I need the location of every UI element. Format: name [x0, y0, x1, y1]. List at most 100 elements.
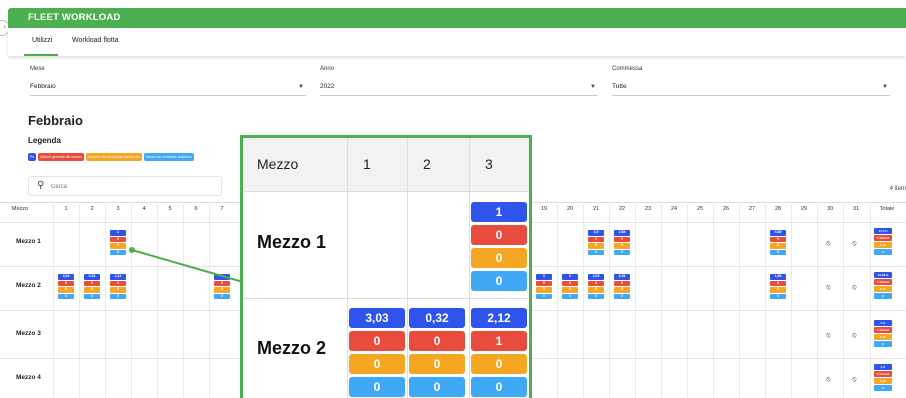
zoom-metric-bar: 3,03 — [349, 308, 405, 328]
month-select-value: Febbraio — [30, 83, 56, 90]
order-select-value: Tutte — [612, 83, 627, 90]
metric-bar: 0 — [614, 249, 630, 255]
column-divider — [713, 202, 714, 398]
day-cell-bars[interactable]: 2,12 1 0 0 — [110, 274, 126, 300]
year-select[interactable]: 2022 ▼ — [320, 80, 598, 96]
row-total: 0 H0 Allarmi 0 Ah 0 — [874, 364, 892, 392]
metric-bar: 5,55 — [770, 230, 786, 236]
column-header-day: 19 — [540, 206, 548, 212]
zoom-column-divider — [347, 138, 348, 398]
metric-bar: 0 — [588, 293, 604, 299]
column-header-day: 24 — [670, 206, 678, 212]
metric-bar: 0 — [58, 293, 74, 299]
block-icon: ⦸ — [852, 240, 857, 247]
block-icon: ⦸ — [826, 240, 831, 247]
column-divider — [557, 202, 558, 398]
metric-bar: 0 — [536, 293, 552, 299]
month-select[interactable]: Febbraio ▼ — [30, 80, 306, 96]
metric-bar: 0 — [562, 287, 578, 293]
zoom-metric-bar: 0 — [349, 354, 405, 374]
total-bar: 0 Allarmi — [874, 235, 892, 241]
row-name: Mezzo 2 — [16, 282, 41, 289]
total-bar: 7 Allarmi — [874, 279, 892, 285]
fleet-workload-page: { "header":{"title":"FLEET WORKLOAD"}, "… — [0, 0, 906, 398]
day-cell-bars[interactable]: 2,03 4 0 0 — [588, 274, 604, 300]
metric-bar: 0 — [110, 287, 126, 293]
block-icon: ⦸ — [826, 284, 831, 291]
day-cell-bars[interactable]: 0000 — [562, 274, 578, 300]
tab-workload-flotta[interactable]: Workload flotta — [72, 37, 119, 44]
day-cell-bars[interactable]: 1000 — [110, 230, 126, 256]
column-divider — [105, 202, 106, 398]
column-header-day: 27 — [748, 206, 756, 212]
zoom-metric-bar: 0 — [409, 331, 465, 351]
column-header-day: 25 — [696, 206, 704, 212]
legend-chip-hours: Pri — [28, 153, 37, 161]
zoom-row-name: Mezzo 1 — [257, 232, 327, 252]
zoom-row-divider — [243, 298, 529, 299]
items-count: 4 item — [889, 186, 906, 192]
metric-bar: 0 — [110, 243, 126, 249]
column-header-day: 4 — [142, 206, 146, 212]
year-select-value: 2022 — [320, 83, 335, 90]
active-tab-indicator — [24, 54, 58, 56]
metric-bar: 0 — [614, 287, 630, 293]
search-box: ⚲ — [28, 176, 222, 196]
column-divider — [870, 202, 871, 398]
column-header-day: 6 — [194, 206, 198, 212]
zoom-column-divider — [469, 138, 470, 398]
column-header-day: 7 — [220, 206, 224, 212]
day-cell-bars[interactable]: 0,32 0 0 0 — [84, 274, 100, 300]
zoom-metric-bar: 0 — [349, 331, 405, 351]
metric-bar: 0 — [562, 274, 578, 280]
day-cell-bars[interactable]: 1,56 0 0 0 — [770, 274, 786, 300]
block-icon: ⦸ — [826, 332, 831, 339]
zoom-column-divider — [407, 138, 408, 398]
metric-bar: 0,32 — [84, 274, 100, 280]
zoom-column-header: 3 — [485, 156, 493, 172]
metric-bar: 3,03 — [58, 274, 74, 280]
day-cell-bars[interactable]: 4,36 2 0 0 — [614, 274, 630, 300]
day-cell-bars[interactable]: 2,88 0 0 0 — [614, 230, 630, 256]
metric-bar: 1,56 — [770, 274, 786, 280]
total-bar: 17,5 H — [874, 228, 892, 234]
metric-bar: 0 — [84, 287, 100, 293]
column-divider — [765, 202, 766, 398]
tab-utilizzi[interactable]: Utilizzi — [32, 37, 52, 44]
block-icon: ⦸ — [852, 376, 857, 383]
search-input[interactable] — [51, 180, 211, 193]
day-cell-bars[interactable]: 0000 — [214, 274, 230, 300]
metric-bar: 0 — [214, 293, 230, 299]
column-header-day: 2 — [90, 206, 94, 212]
column-header-mezzo: Mezzo — [11, 206, 29, 212]
metric-bar: 4,36 — [614, 274, 630, 280]
column-divider — [79, 202, 80, 398]
day-cell-bars[interactable]: 0000 — [536, 274, 552, 300]
column-header-day: 23 — [644, 206, 652, 212]
zoom-metric-bar: 0 — [409, 354, 465, 374]
legend-chip-ampere: Ampere ora consumati dal mezzo — [85, 153, 142, 161]
column-divider — [687, 202, 688, 398]
row-name: Mezzo 1 — [16, 238, 41, 245]
column-header-day: 3 — [116, 206, 120, 212]
metric-bar: 0 — [214, 287, 230, 293]
metric-bar: 0 — [536, 287, 552, 293]
metric-bar: 0 — [770, 280, 786, 286]
column-divider — [635, 202, 636, 398]
day-cell-bars[interactable]: 3,9 0 0 0 — [588, 230, 604, 256]
metric-bar: 0 — [58, 280, 74, 286]
search-icon: ⚲ — [37, 180, 45, 191]
zoom-metric-bar: 1 — [471, 202, 527, 222]
row-total: 24,68 H7 Allarmi 0 Ah 0 — [874, 272, 892, 300]
column-header-day: 5 — [168, 206, 172, 212]
total-bar: 0 — [874, 385, 892, 391]
order-select[interactable]: Tutte ▼ — [612, 80, 890, 96]
block-icon: ⦸ — [852, 332, 857, 339]
total-bar: 0 Ah — [874, 242, 892, 248]
day-cell-bars[interactable]: 5,55 0 0 0 — [770, 230, 786, 256]
column-divider — [157, 202, 158, 398]
block-icon: ⦸ — [852, 284, 857, 291]
day-cell-bars[interactable]: 3,03 0 0 0 — [58, 274, 74, 300]
column-header-day: 1 — [64, 206, 68, 212]
legend-chip-counter: Valore del contatore ausiliario — [143, 153, 194, 161]
